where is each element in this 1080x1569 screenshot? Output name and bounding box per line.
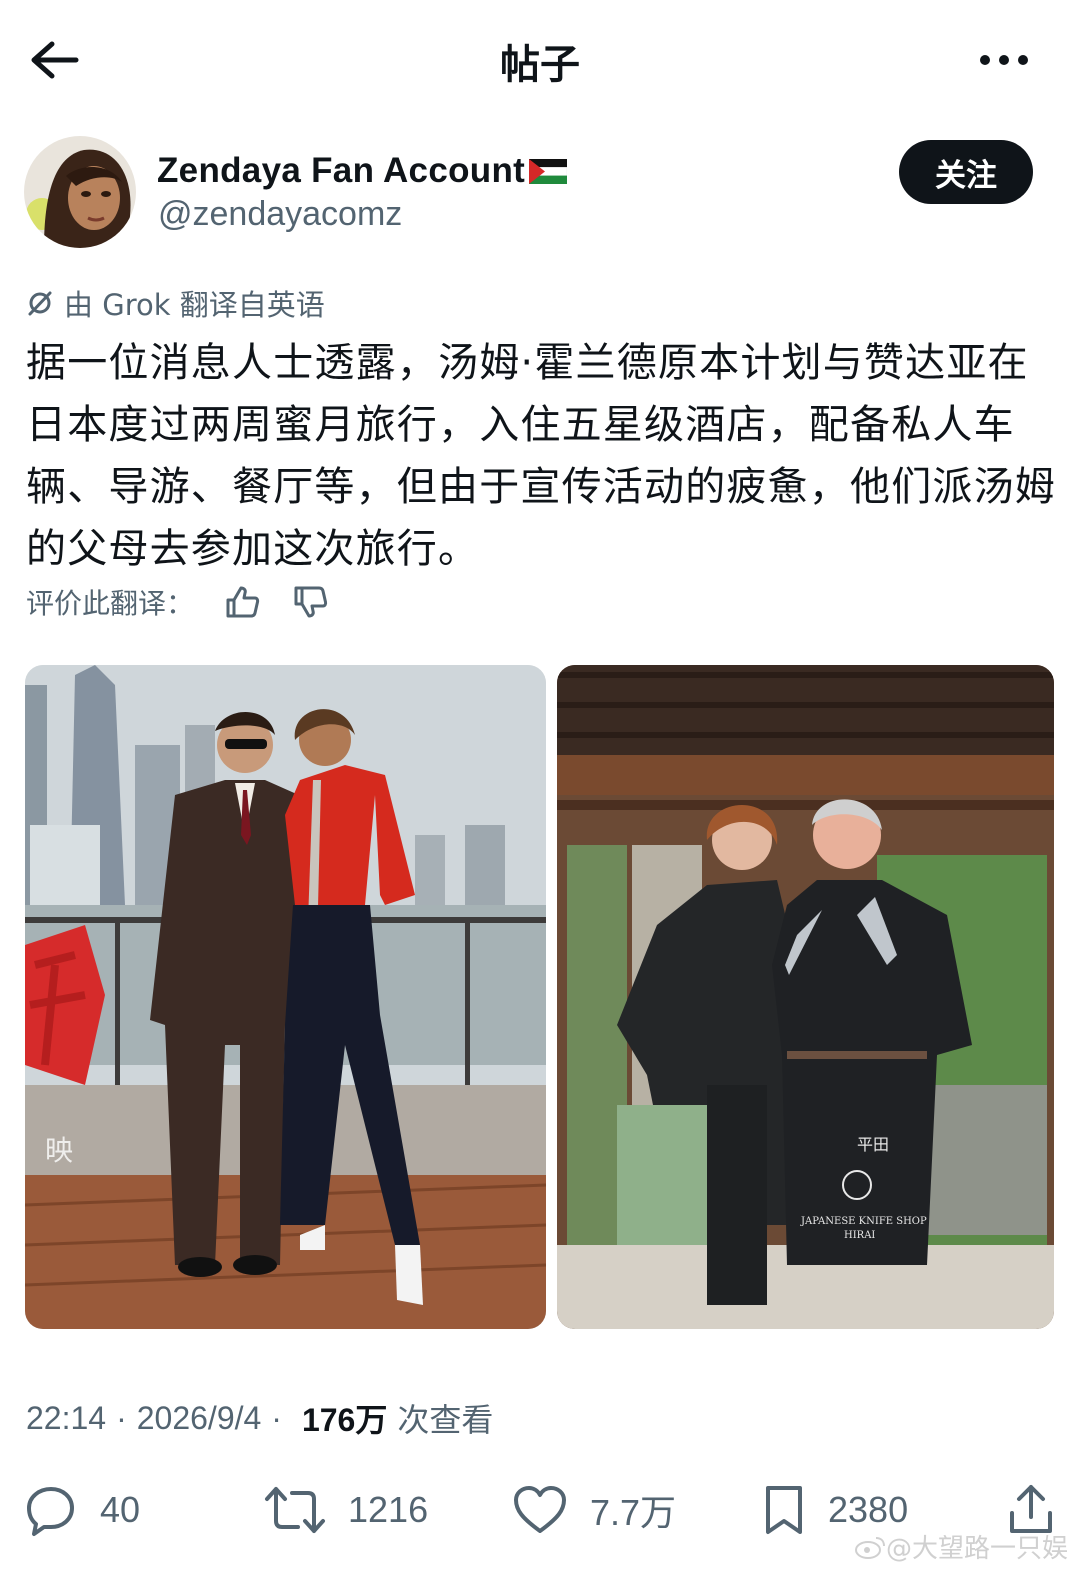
flag-icon — [529, 158, 568, 184]
weibo-icon — [854, 1536, 885, 1559]
svg-text:映: 映 — [45, 1134, 73, 1167]
thumbs-down-icon[interactable] — [292, 583, 330, 621]
thumbs-up-icon[interactable] — [224, 583, 262, 621]
bookmark-icon — [766, 1486, 802, 1534]
repost-button[interactable]: 1216 — [264, 1470, 428, 1550]
like-count: 7.7万 — [590, 1492, 677, 1533]
translation-notice-text: 由 Grok 翻译自英语 — [64, 288, 325, 322]
author-name-row[interactable]: Zendaya Fan Account — [157, 146, 568, 196]
translation-notice: 由 Grok 翻译自英语 — [26, 282, 325, 324]
post-meta: 22:14 · 2026/9/4 · 176万 次查看 — [26, 1395, 493, 1441]
repost-count: 1216 — [348, 1489, 429, 1530]
more-options-icon[interactable] — [978, 40, 1030, 80]
post-time[interactable]: 22:14 — [26, 1400, 106, 1437]
page-title: 帖子 — [500, 42, 580, 88]
repost-icon — [265, 1487, 325, 1533]
reply-icon — [27, 1487, 74, 1536]
post-date[interactable]: 2026/9/4 — [137, 1400, 262, 1437]
bookmark-count: 2380 — [828, 1489, 909, 1530]
reply-button[interactable]: 40 — [24, 1470, 140, 1550]
post-text: 据一位消息人士透露，汤姆·霍兰德原本计划与赞达亚在日本度过两周蜜月旅行，入住五星… — [26, 340, 1056, 572]
grok-icon — [28, 291, 52, 316]
rate-translation-label: 评价此翻译： — [26, 587, 195, 620]
photo2-text1: 平田 — [857, 1135, 889, 1154]
like-button[interactable]: 7.7万 — [512, 1470, 676, 1550]
heart-icon — [514, 1486, 566, 1533]
follow-button[interactable]: 关注 — [899, 140, 1033, 204]
rate-translation: 评价此翻译： — [26, 582, 330, 622]
photo2-text2: JAPANESE KNIFE SHOP — [800, 1216, 927, 1227]
reply-count: 40 — [100, 1489, 141, 1530]
watermark: @大望路一只娱 — [854, 1528, 1068, 1565]
author-handle[interactable]: @zendayacomz — [158, 195, 402, 234]
view-count: 176万 — [301, 1402, 388, 1438]
view-count-label: 次查看 — [397, 1402, 494, 1438]
watermark-text: @大望路一只娱 — [885, 1534, 1068, 1564]
avatar[interactable] — [24, 136, 136, 248]
top-bar: 帖子 — [0, 0, 1080, 120]
post-image-1[interactable]: 映 — [25, 665, 546, 1329]
photo2-text3: HIRAI — [844, 1230, 875, 1241]
post-image-2[interactable]: 平田 JAPANESE KNIFE SHOP HIRAI — [557, 665, 1054, 1329]
author-name[interactable]: Zendaya Fan Account — [157, 151, 525, 191]
